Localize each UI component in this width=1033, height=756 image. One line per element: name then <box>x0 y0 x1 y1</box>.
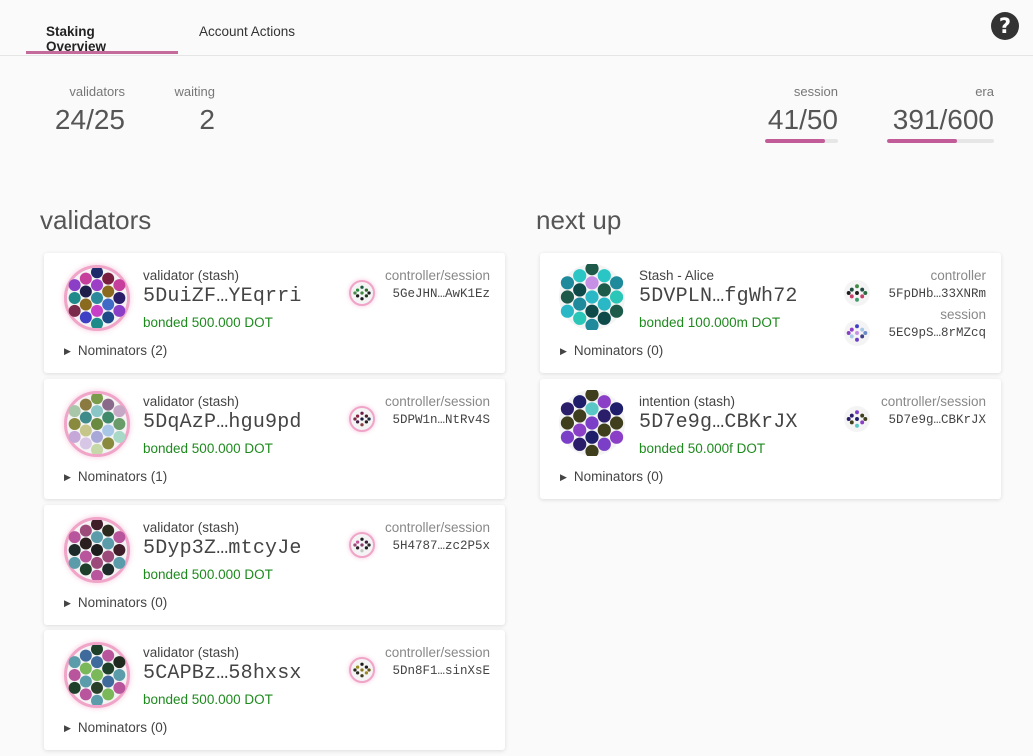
validators-stat-label: validators <box>69 84 125 99</box>
next-up-stash-address[interactable]: 5D7e9g…CBKrJX <box>639 411 798 434</box>
era-progress-fill <box>887 139 957 143</box>
expand-triangle-icon: ▶ <box>64 723 71 733</box>
nominators-label: Nominators (0) <box>573 343 664 358</box>
next-up-role-label: Stash - Alice <box>639 268 715 283</box>
controller-session-label: controller/session <box>384 645 490 660</box>
session-identicon[interactable] <box>844 320 870 346</box>
next-up-section-title: next up <box>536 205 622 235</box>
validator-bonded-amount: bonded 500.000 DOT <box>143 315 273 330</box>
controller-identicon[interactable] <box>349 657 375 683</box>
session-stat: session 41/50 <box>750 84 838 135</box>
nominators-toggle[interactable]: ▶ Nominators (0) <box>560 469 663 484</box>
tab-account-actions[interactable]: Account Actions <box>179 14 315 54</box>
controller-label: controller/session <box>880 394 986 409</box>
tab-bar: Staking Overview Account Actions ? <box>0 0 1033 56</box>
controller-session-label: controller/session <box>384 394 490 409</box>
validator-role-label: validator (stash) <box>143 394 240 409</box>
validator-bonded-amount: bonded 500.000 DOT <box>143 692 273 707</box>
next-up-role-label: intention (stash) <box>639 394 736 409</box>
controller-identicon[interactable] <box>349 406 375 432</box>
expand-triangle-icon: ▶ <box>560 472 567 482</box>
nominators-toggle[interactable]: ▶ Nominators (0) <box>64 595 167 610</box>
controller-address[interactable]: 5D7e9g…CBKrJX <box>888 413 986 427</box>
nominators-label: Nominators (2) <box>77 343 168 358</box>
controller-identicon[interactable] <box>349 280 375 306</box>
controller-label: controller <box>930 268 986 283</box>
nominators-label: Nominators (0) <box>77 720 168 735</box>
validator-identicon[interactable] <box>64 517 130 583</box>
next-up-card: Stash - Alice 5DVPLN…fgWh72 bonded 100.000… <box>540 253 1001 373</box>
nominators-toggle[interactable]: ▶ Nominators (1) <box>64 469 167 484</box>
expand-triangle-icon: ▶ <box>560 346 567 356</box>
era-progress-bar <box>887 139 994 143</box>
next-up-identicon[interactable] <box>559 264 625 330</box>
validator-card: validator (stash) 5DuiZF…YEqrri bonded 500… <box>44 253 505 373</box>
validator-bonded-amount: bonded 500.000 DOT <box>143 441 273 456</box>
validator-role-label: validator (stash) <box>143 268 240 283</box>
controller-address[interactable]: 5FpDHb…33XNRm <box>888 287 986 301</box>
next-up-stash-address[interactable]: 5DVPLN…fgWh72 <box>639 285 798 308</box>
expand-triangle-icon: ▶ <box>64 346 71 356</box>
validator-stash-address[interactable]: 5DqAzP…hgu9pd <box>143 411 302 434</box>
nominators-toggle[interactable]: ▶ Nominators (0) <box>64 720 167 735</box>
help-icon[interactable]: ? <box>991 12 1019 40</box>
validator-stash-address[interactable]: 5DuiZF…YEqrri <box>143 285 302 308</box>
era-stat-label: era <box>975 84 994 99</box>
controller-identicon[interactable] <box>844 280 870 306</box>
nominators-label: Nominators (0) <box>77 595 168 610</box>
expand-triangle-icon: ▶ <box>64 472 71 482</box>
validator-card: validator (stash) 5Dyp3Z…mtcyJe bonded 500… <box>44 505 505 625</box>
era-stat-value: 391/600 <box>892 104 994 135</box>
next-up-bonded-amount: bonded 50.000f DOT <box>639 441 766 456</box>
era-stat: era 391/600 <box>880 84 994 135</box>
controller-address[interactable]: 5GeJHN…AwK1Ez <box>392 287 490 301</box>
controller-address[interactable]: 5DPW1n…NtRv4S <box>392 413 490 427</box>
controller-address[interactable]: 5Dn8F1…sinXsE <box>392 664 490 678</box>
nominators-label: Nominators (0) <box>573 469 664 484</box>
waiting-stat-label: waiting <box>174 84 215 99</box>
next-up-bonded-amount: bonded 100.000m DOT <box>639 315 781 330</box>
next-up-card: intention (stash) 5D7e9g…CBKrJX bonded 50.… <box>540 379 1001 499</box>
nominators-toggle[interactable]: ▶ Nominators (2) <box>64 343 167 358</box>
session-progress-fill <box>765 139 825 143</box>
controller-identicon[interactable] <box>349 532 375 558</box>
session-stat-value: 41/50 <box>767 104 838 135</box>
waiting-stat-value: 2 <box>199 104 215 135</box>
nominators-toggle[interactable]: ▶ Nominators (0) <box>560 343 663 358</box>
expand-triangle-icon: ▶ <box>64 598 71 608</box>
validator-stash-address[interactable]: 5CAPBz…58hxsx <box>143 662 302 685</box>
validator-identicon[interactable] <box>64 391 130 457</box>
validator-bonded-amount: bonded 500.000 DOT <box>143 567 273 582</box>
validator-card: validator (stash) 5CAPBz…58hxsx bonded 500… <box>44 630 505 750</box>
controller-identicon[interactable] <box>844 406 870 432</box>
validator-card: validator (stash) 5DqAzP…hgu9pd bonded 500… <box>44 379 505 499</box>
validators-stat-value: 24/25 <box>54 104 125 135</box>
next-up-identicon[interactable] <box>559 390 625 456</box>
validators-section-title: validators <box>40 205 152 235</box>
waiting-stat: waiting 2 <box>150 84 215 135</box>
validator-stash-address[interactable]: 5Dyp3Z…mtcyJe <box>143 537 302 560</box>
validator-role-label: validator (stash) <box>143 520 240 535</box>
controller-session-label: controller/session <box>384 520 490 535</box>
session-progress-bar <box>765 139 838 143</box>
validators-stat: validators 24/25 <box>40 84 125 135</box>
session-address[interactable]: 5EC9pS…8rMZcq <box>888 326 986 340</box>
session-label: session <box>940 307 986 322</box>
controller-session-label: controller/session <box>384 268 490 283</box>
validator-identicon[interactable] <box>64 642 130 708</box>
nominators-label: Nominators (1) <box>77 469 168 484</box>
controller-address[interactable]: 5H4787…zc2P5x <box>392 539 490 553</box>
validator-identicon[interactable] <box>64 265 130 331</box>
session-stat-label: session <box>793 84 838 99</box>
tab-staking-overview[interactable]: Staking Overview <box>26 14 178 54</box>
validator-role-label: validator (stash) <box>143 645 240 660</box>
